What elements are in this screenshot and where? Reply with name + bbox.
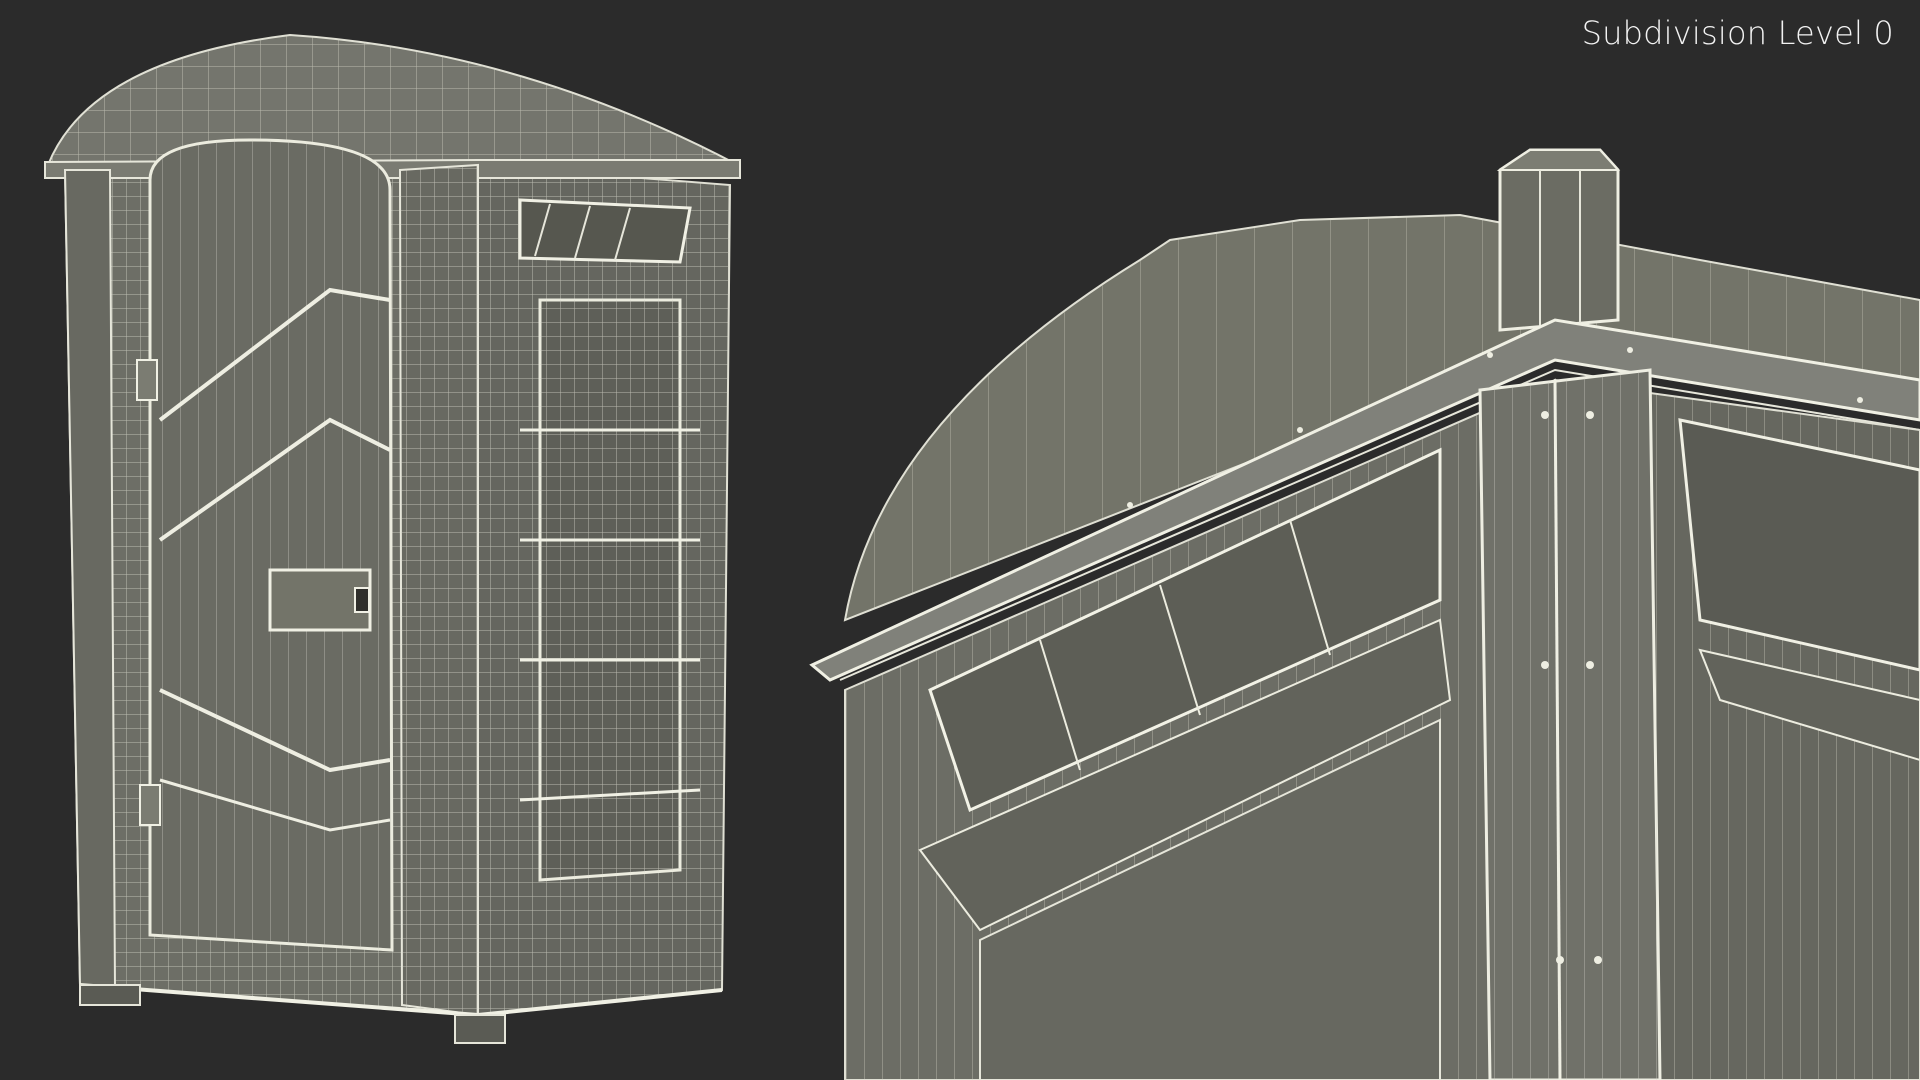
full-object-view bbox=[44, 33, 741, 1044]
viewport-canvas bbox=[44, 33, 1920, 1080]
closeup-roof-vent-view bbox=[809, 148, 1920, 1080]
